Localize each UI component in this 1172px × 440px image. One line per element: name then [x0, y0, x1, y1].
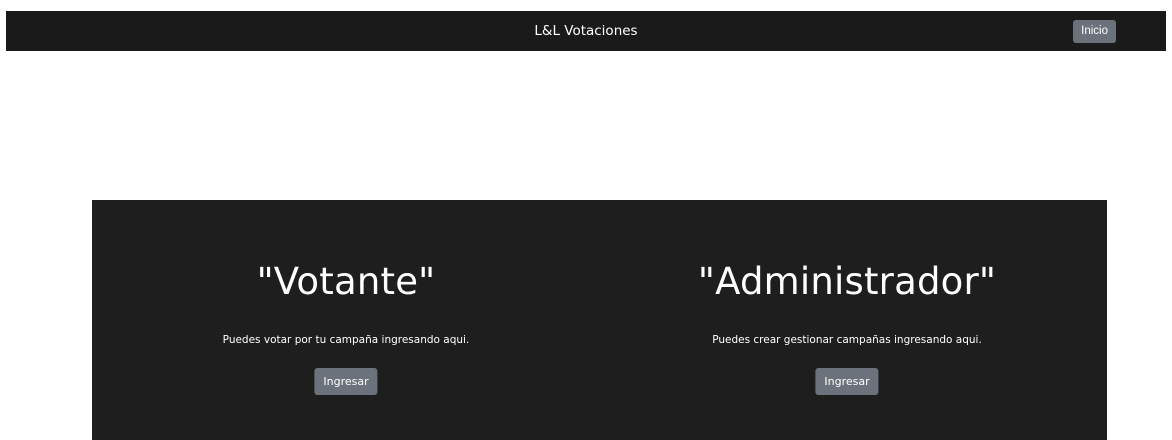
voter-card-description: Puedes votar por tu campaña ingresando a… [222, 334, 470, 346]
voter-enter-button[interactable]: Ingresar [314, 368, 378, 395]
brand-title: L&L Votaciones [534, 23, 638, 39]
voter-card: "Votante" Puedes votar por tu campaña in… [92, 200, 600, 440]
admin-card-description: Puedes crear gestionar campañas ingresan… [712, 334, 982, 346]
navbar: L&L Votaciones Inicio [6, 11, 1166, 51]
top-margin [0, 0, 1172, 11]
home-button[interactable]: Inicio [1073, 20, 1116, 43]
admin-card: "Administrador" Puedes crear gestionar c… [577, 200, 1117, 440]
admin-enter-button[interactable]: Ingresar [815, 368, 879, 395]
role-selection-panel: "Votante" Puedes votar por tu campaña in… [92, 200, 1107, 440]
voter-card-title: "Votante" [256, 260, 436, 303]
admin-card-title: "Administrador" [697, 260, 997, 303]
